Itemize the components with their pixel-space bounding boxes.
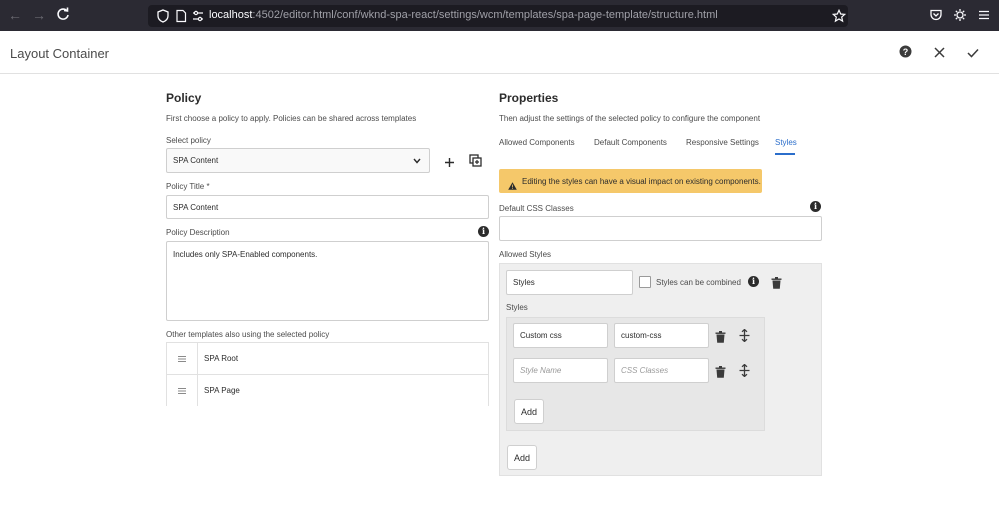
address-bar[interactable]: localhost:4502/editor.html/conf/wknd-spa… — [148, 5, 848, 27]
default-css-input[interactable] — [499, 216, 822, 241]
add-style-group-button[interactable]: Add — [507, 445, 537, 470]
default-css-label: Default CSS Classes — [499, 204, 574, 213]
alert-icon — [508, 177, 517, 195]
help-icon: ? — [899, 45, 912, 63]
browser-toolbar: ← → localhost:4502/editor.html/conf/wknd… — [0, 0, 999, 31]
drag-handle-icon[interactable] — [167, 375, 198, 406]
style-name-input[interactable]: Custom css — [513, 323, 608, 348]
policy-select[interactable]: SPA Content — [166, 148, 430, 173]
forward-icon[interactable]: → — [31, 7, 47, 23]
policy-title-input[interactable]: SPA Content — [166, 195, 489, 219]
policy-intro: First choose a policy to apply. Policies… — [166, 114, 417, 123]
alert-text: Editing the styles can have a visual imp… — [522, 177, 761, 186]
back-icon[interactable]: ← — [7, 7, 23, 23]
add-policy-icon[interactable] — [444, 155, 455, 173]
template-name: SPA Root — [204, 354, 239, 363]
dialog-title: Layout Container — [10, 46, 110, 61]
properties-heading: Properties — [499, 91, 559, 105]
styles-combined-checkbox[interactable] — [639, 276, 651, 288]
warning-alert: Editing the styles can have a visual imp… — [499, 169, 762, 193]
move-handle-icon[interactable] — [739, 363, 750, 382]
page-icon — [174, 9, 188, 23]
permissions-icon[interactable] — [191, 9, 205, 23]
policy-description-input[interactable]: Includes only SPA-Enabled components. — [166, 241, 489, 321]
policy-heading: Policy — [166, 91, 202, 105]
url-path: :4502/editor.html/conf/wknd-spa-react/se… — [252, 9, 718, 21]
tab-default-components[interactable]: Default Components — [594, 138, 667, 147]
close-button[interactable] — [928, 44, 950, 64]
properties-intro: Then adjust the settings of the selected… — [499, 114, 761, 123]
trash-icon[interactable] — [771, 276, 782, 294]
copy-policy-icon[interactable] — [469, 154, 482, 172]
add-style-button[interactable]: Add — [514, 399, 544, 424]
style-group-name-input[interactable]: Styles — [506, 270, 633, 295]
template-name: SPA Page — [204, 386, 240, 395]
menu-icon[interactable] — [977, 8, 993, 24]
reload-icon[interactable] — [55, 7, 71, 23]
tab-responsive-settings[interactable]: Responsive Settings — [686, 138, 759, 147]
drag-handle-icon[interactable] — [167, 343, 198, 374]
help-button[interactable]: ? — [894, 44, 916, 64]
style-name-input[interactable]: Style Name — [513, 358, 608, 383]
done-button[interactable] — [962, 44, 984, 64]
list-item[interactable]: SPA Page — [167, 375, 488, 407]
other-templates-list: SPA Root SPA Page — [166, 342, 489, 407]
move-handle-icon[interactable] — [739, 328, 750, 347]
chevron-down-icon — [413, 157, 421, 166]
info-icon[interactable]: i — [748, 276, 759, 287]
list-item[interactable]: SPA Root — [167, 343, 488, 375]
other-templates-label: Other templates also using the selected … — [166, 330, 330, 339]
close-icon — [933, 45, 945, 63]
trash-icon[interactable] — [715, 365, 726, 383]
styles-label: Styles — [506, 303, 528, 312]
css-classes-input[interactable]: CSS Classes — [614, 358, 709, 383]
url-text: localhost:4502/editor.html/conf/wknd-spa… — [209, 9, 718, 21]
active-tab-indicator — [775, 153, 795, 155]
url-host: localhost — [209, 9, 253, 21]
tab-allowed-components[interactable]: Allowed Components — [499, 138, 575, 147]
allowed-styles-label: Allowed Styles — [499, 250, 552, 259]
select-policy-label: Select policy — [166, 136, 211, 145]
pocket-icon[interactable] — [929, 8, 945, 24]
info-icon[interactable]: i — [810, 201, 821, 212]
css-classes-input[interactable]: custom-css — [614, 323, 709, 348]
policy-description-label: Policy Description — [166, 228, 230, 237]
extensions-icon[interactable] — [953, 8, 969, 24]
shield-icon[interactable] — [156, 9, 170, 23]
tab-styles[interactable]: Styles — [775, 138, 797, 147]
policy-select-value: SPA Content — [173, 156, 219, 165]
svg-text:?: ? — [902, 47, 908, 57]
policy-title-label: Policy Title * — [166, 182, 210, 191]
styles-combined-label: Styles can be combined — [656, 278, 741, 287]
info-icon[interactable]: i — [478, 226, 489, 237]
trash-icon[interactable] — [715, 330, 726, 348]
header-divider — [0, 73, 999, 74]
bookmark-star-icon[interactable] — [831, 8, 847, 23]
checkmark-icon — [967, 45, 979, 63]
